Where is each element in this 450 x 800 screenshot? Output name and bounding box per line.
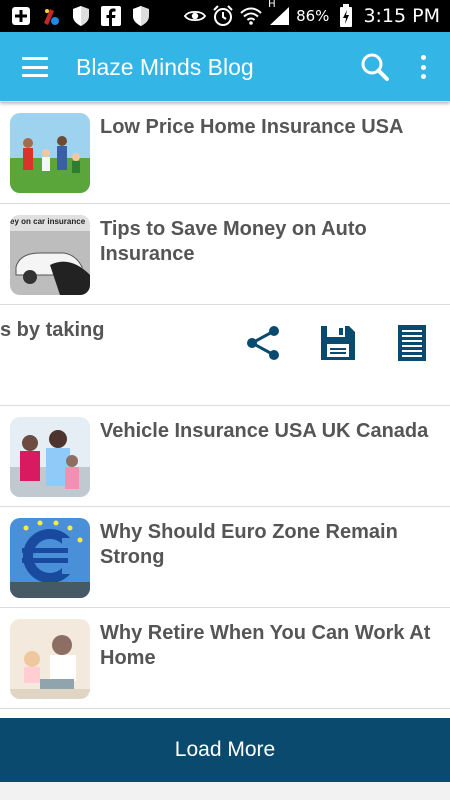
post-title: Why Retire When You Can Work At Home (100, 622, 431, 669)
list-item[interactable]: Vehicle Insurance USA UK Canada (0, 406, 450, 507)
battery-percent: 86% (296, 7, 330, 25)
menu-icon[interactable] (22, 57, 48, 77)
battery-charging-icon (335, 4, 357, 27)
network-type-label: H (268, 0, 276, 10)
signal-icon: H (268, 0, 290, 27)
alarm-icon (212, 5, 234, 27)
post-list: Low Price Home Insurance USA ey on car i… (0, 101, 450, 709)
post-thumbnail (10, 518, 90, 598)
list-item[interactable]: s by taking (0, 305, 450, 406)
cleaner-app-icon (40, 5, 62, 27)
add-notification-icon (10, 5, 32, 27)
search-icon[interactable] (360, 52, 390, 82)
post-thumbnail (10, 619, 90, 699)
bottom-strip (0, 782, 450, 800)
post-thumbnail: ey on car insurance (10, 215, 90, 295)
app-bar: Blaze Minds Blog (0, 32, 450, 102)
wifi-icon (240, 5, 262, 27)
post-title: Vehicle Insurance USA UK Canada (100, 420, 429, 442)
app-title: Blaze Minds Blog (76, 53, 254, 80)
save-icon[interactable] (318, 323, 358, 363)
facebook-icon (100, 5, 122, 27)
list-item[interactable]: ey on car insurance Tips to Save Money o… (0, 204, 450, 305)
eye-icon (184, 5, 207, 27)
list-item[interactable]: Why Retire When You Can Work At Home (0, 608, 450, 709)
post-title: Tips to Save Money on Auto Insurance (100, 218, 367, 265)
shield-icon (70, 5, 92, 27)
status-bar: H 86% 3:15 PM (0, 0, 450, 32)
list-item[interactable]: Low Price Home Insurance USA (0, 101, 450, 204)
shield-icon (130, 5, 152, 27)
post-thumbnail (10, 113, 90, 193)
thumbnail-caption: ey on car insurance (10, 217, 86, 226)
post-title: Why Should Euro Zone Remain Strong (100, 521, 398, 568)
post-title: Low Price Home Insurance USA (100, 116, 404, 138)
post-thumbnail (10, 417, 90, 497)
clock: 3:15 PM (363, 5, 440, 27)
list-item[interactable]: Why Should Euro Zone Remain Strong (0, 507, 450, 608)
post-title: s by taking (0, 319, 105, 341)
row-actions (244, 323, 432, 363)
load-more-button[interactable]: Load More (0, 718, 450, 782)
overflow-menu-icon[interactable] (418, 55, 428, 79)
share-icon[interactable] (244, 323, 284, 363)
article-icon[interactable] (392, 323, 432, 363)
